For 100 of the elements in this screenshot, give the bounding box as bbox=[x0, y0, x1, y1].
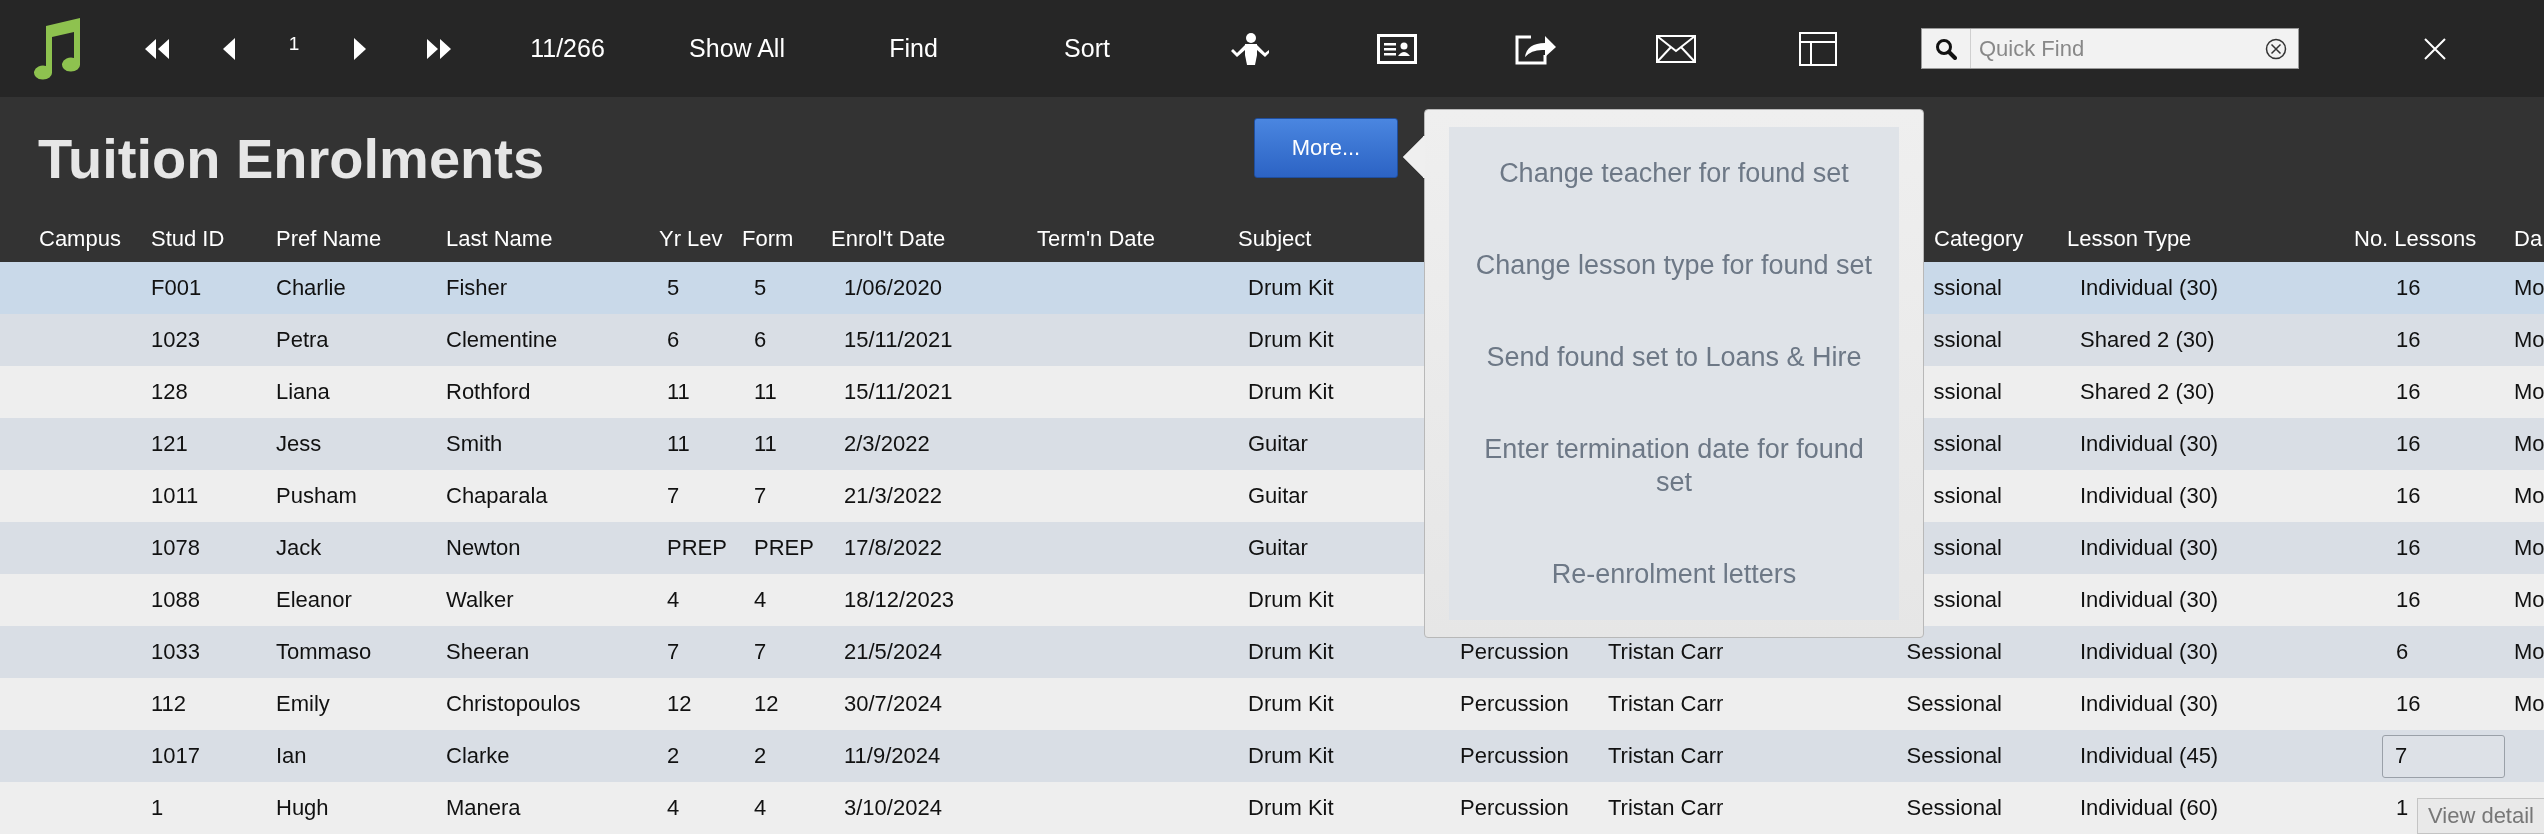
table-cell: Guitar bbox=[1248, 431, 1308, 456]
table-cell: Drum Kit bbox=[1248, 587, 1334, 612]
table-cell: Sessional bbox=[1906, 795, 2002, 820]
table-cell: Mo bbox=[2514, 691, 2544, 716]
table-cell: 11 bbox=[754, 431, 777, 456]
table-cell: 4 bbox=[667, 587, 680, 612]
table-cell: Percussion bbox=[1460, 795, 1569, 820]
table-cell: 15/11/2021 bbox=[844, 379, 953, 404]
table-cell: 2 bbox=[754, 743, 767, 768]
table-cell: 11/9/2024 bbox=[844, 743, 941, 768]
table-cell: 5 bbox=[754, 275, 767, 300]
table-cell: Individual (30) bbox=[2080, 431, 2219, 456]
table-cell: Drum Kit bbox=[1248, 327, 1334, 352]
table-cell: 18/12/2023 bbox=[844, 587, 955, 612]
table-cell: 3/10/2024 bbox=[844, 795, 942, 820]
table-cell: Mo bbox=[2514, 483, 2544, 508]
table-cell: ssional bbox=[1933, 587, 2002, 612]
table-cell: Fisher bbox=[446, 275, 508, 300]
table-cell: 112 bbox=[151, 691, 187, 716]
table-cell: Percussion bbox=[1460, 639, 1569, 664]
table-cell: Tristan Carr bbox=[1608, 691, 1724, 716]
table-cell: 16 bbox=[2396, 431, 2421, 456]
table-cell: Percussion bbox=[1460, 743, 1569, 768]
table-cell: Percussion bbox=[1460, 691, 1569, 716]
table-cell: Shared 2 (30) bbox=[2080, 327, 2215, 352]
table-cell: 4 bbox=[754, 795, 767, 820]
table-cell: 30/7/2024 bbox=[844, 691, 942, 716]
table-cell: 21/3/2022 bbox=[844, 483, 942, 508]
table-cell: PREP bbox=[667, 535, 727, 560]
table-cell: Ian bbox=[276, 743, 307, 768]
table-cell: 2 bbox=[667, 743, 680, 768]
table-cell: Individual (30) bbox=[2080, 535, 2219, 560]
table-cell: 11 bbox=[667, 379, 690, 404]
page-title: Tuition Enrolments bbox=[37, 125, 546, 191]
table-cell: 5 bbox=[667, 275, 680, 300]
table-cell: 121 bbox=[151, 431, 188, 456]
table-cell: Drum Kit bbox=[1248, 639, 1334, 664]
table-cell: Mo bbox=[2514, 639, 2544, 664]
table-cell: Mo bbox=[2514, 327, 2544, 352]
table-cell: Hugh bbox=[276, 795, 329, 820]
table-cell: 17/8/2022 bbox=[844, 535, 942, 560]
table-cell: 16 bbox=[2396, 587, 2421, 612]
table-cell: Individual (30) bbox=[2080, 587, 2219, 612]
table-cell: 6 bbox=[2396, 639, 2409, 664]
table-cell: Clementine bbox=[446, 327, 558, 352]
table-cell: 21/5/2024 bbox=[844, 639, 942, 664]
table-cell: Chaparala bbox=[446, 483, 548, 508]
table-cell: 16 bbox=[2396, 275, 2421, 300]
table-cell: ssional bbox=[1933, 379, 2002, 404]
table-cell: Drum Kit bbox=[1248, 275, 1334, 300]
table-cell: ssional bbox=[1933, 275, 2002, 300]
table-cell: F001 bbox=[151, 275, 202, 300]
table-cell: 1017 bbox=[151, 743, 200, 768]
table-cell: Mo bbox=[2514, 275, 2544, 300]
table-cell: Walker bbox=[446, 587, 514, 612]
table-cell: Clarke bbox=[446, 743, 510, 768]
table-cell: Sessional bbox=[1906, 639, 2002, 664]
table-cell: Drum Kit bbox=[1248, 379, 1334, 404]
table-cell: Mo bbox=[2514, 431, 2544, 456]
table-cell: Individual (30) bbox=[2080, 483, 2219, 508]
table-cell: 2/3/2022 bbox=[844, 431, 930, 456]
table-cell: Tristan Carr bbox=[1608, 795, 1724, 820]
table-cell: Tristan Carr bbox=[1608, 639, 1724, 664]
table-cell: Tommaso bbox=[276, 639, 372, 664]
table-cell: 12 bbox=[667, 691, 692, 716]
table-cell: 4 bbox=[754, 587, 767, 612]
table-cell: Christopoulos bbox=[446, 691, 581, 716]
table-cell: Smith bbox=[446, 431, 503, 456]
table-cell: Drum Kit bbox=[1248, 691, 1334, 716]
table-cell: ssional bbox=[1933, 431, 2002, 456]
table-cell: Guitar bbox=[1248, 535, 1308, 560]
table-cell: Pusham bbox=[276, 483, 357, 508]
table-cell: Mo bbox=[2514, 379, 2544, 404]
table-cell: 7 bbox=[754, 483, 767, 508]
table-cell: ssional bbox=[1933, 327, 2002, 352]
table-cell: 16 bbox=[2396, 379, 2421, 404]
table-cell: 4 bbox=[667, 795, 680, 820]
table-cell: Petra bbox=[276, 327, 329, 352]
table-cell: Jess bbox=[276, 431, 322, 456]
table-cell: 11 bbox=[754, 379, 777, 404]
table-cell: 1078 bbox=[151, 535, 200, 560]
table-cell: 1 bbox=[2396, 795, 2409, 820]
table-cell: PREP bbox=[754, 535, 814, 560]
table-cell: Eleanor bbox=[276, 587, 352, 612]
table-cell: 6 bbox=[754, 327, 767, 352]
table-cell: Sheeran bbox=[446, 639, 530, 664]
table-cell: 15/11/2021 bbox=[844, 327, 953, 352]
table-cell: Individual (30) bbox=[2080, 691, 2219, 716]
table-cell: 1023 bbox=[151, 327, 200, 352]
table-cell: 7 bbox=[754, 639, 767, 664]
table-cell: 7 bbox=[667, 639, 680, 664]
table-cell: Individual (60) bbox=[2080, 795, 2219, 820]
tooltip: View detail bbox=[2417, 798, 2544, 834]
table-cell: 16 bbox=[2396, 483, 2421, 508]
table-cell: Emily bbox=[276, 691, 330, 716]
table-cell: Newton bbox=[446, 535, 521, 560]
table-cell: 7 bbox=[667, 483, 680, 508]
table-cell: 16 bbox=[2396, 327, 2421, 352]
table-cell: 1/06/2020 bbox=[844, 275, 942, 300]
table-cell: 6 bbox=[667, 327, 680, 352]
